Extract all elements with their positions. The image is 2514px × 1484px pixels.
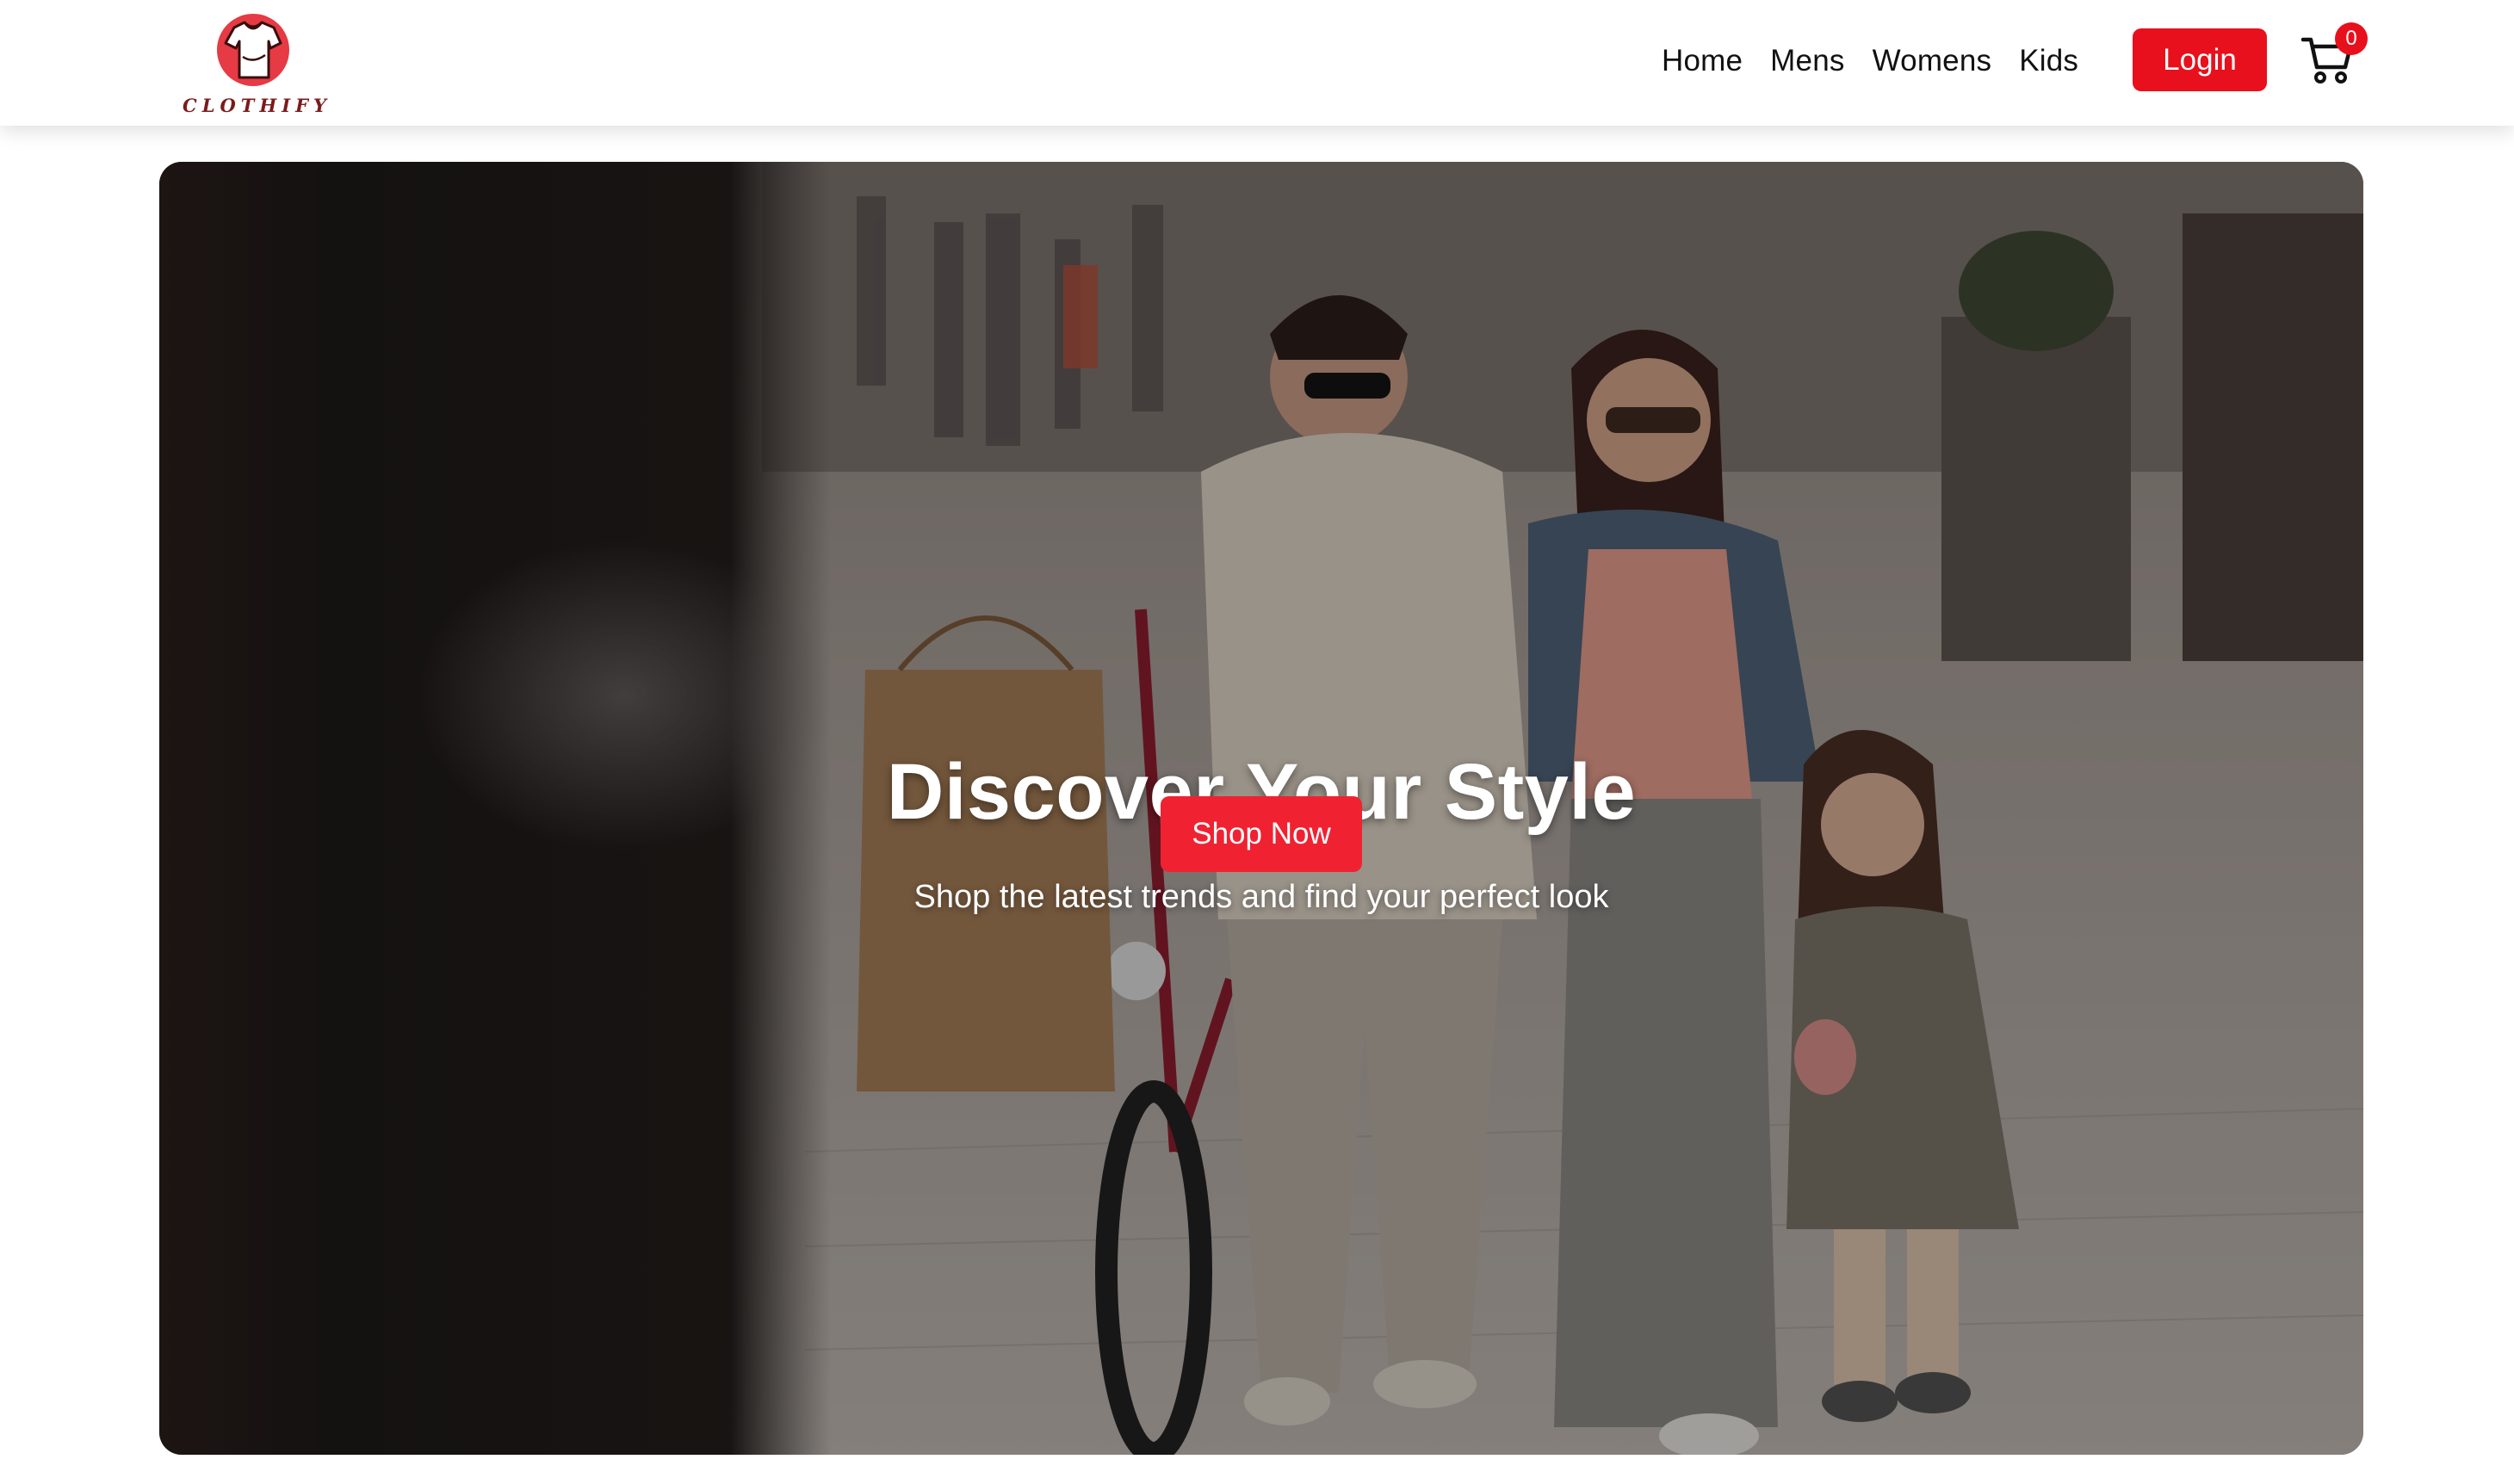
- hero-subtitle: Shop the latest trends and find your per…: [913, 879, 1609, 915]
- shop-now-button[interactable]: Shop Now: [1161, 796, 1362, 872]
- cart-count-badge: 0: [2335, 22, 2368, 55]
- brand-logo[interactable]: CLOTHIFY: [183, 9, 331, 117]
- nav-link-kids[interactable]: Kids: [2019, 44, 2078, 78]
- nav-link-mens[interactable]: Mens: [1770, 44, 1844, 78]
- hero-banner: Discover Your Style Shop the latest tren…: [159, 162, 2363, 1455]
- brand-name: CLOTHIFY: [183, 95, 331, 116]
- navbar: CLOTHIFY Home Mens Womens Kids Login 0: [0, 0, 2514, 126]
- login-button[interactable]: Login: [2133, 28, 2267, 91]
- tshirt-logo-icon: [217, 14, 289, 86]
- main-nav: Home Mens Womens Kids: [1662, 33, 2078, 90]
- nav-link-womens[interactable]: Womens: [1873, 44, 1992, 78]
- nav-link-home[interactable]: Home: [1662, 44, 1743, 78]
